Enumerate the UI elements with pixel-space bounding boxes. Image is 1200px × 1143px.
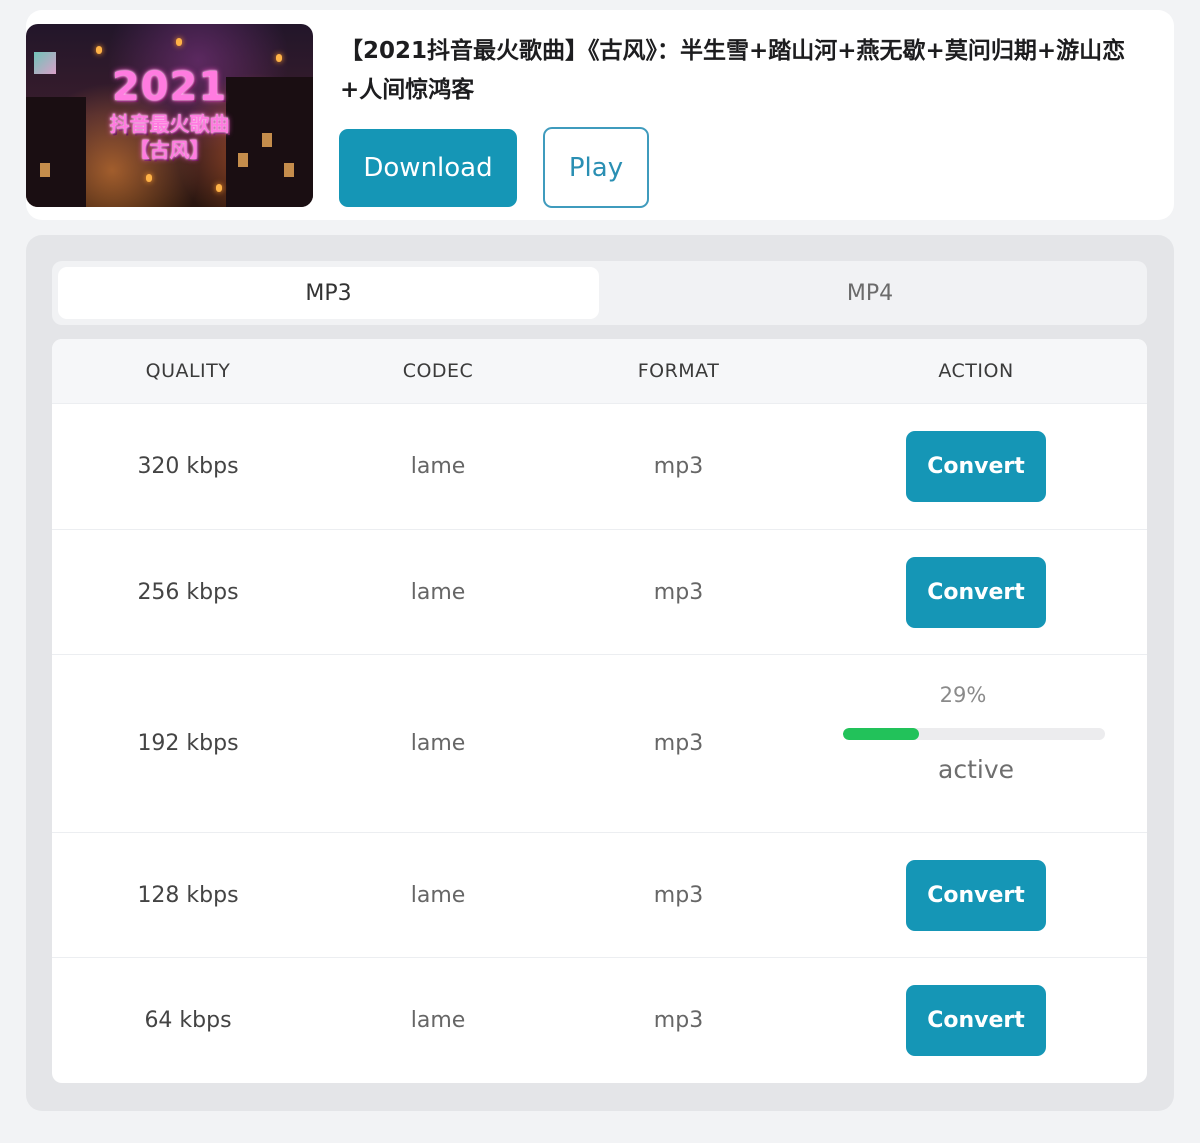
row-quality: 64 kbps [144, 1008, 232, 1033]
quality-table: QUALITY CODEC FORMAT ACTION 320 kbps lam… [52, 339, 1147, 1083]
play-button[interactable]: Play [543, 127, 649, 208]
lantern-icon [176, 38, 182, 46]
convert-button[interactable]: Convert [906, 556, 1046, 628]
download-button[interactable]: Download [339, 129, 517, 207]
video-thumbnail[interactable]: 2021 抖音最火歌曲 【古风】 [26, 24, 313, 207]
lantern-icon [146, 174, 152, 182]
convert-button[interactable]: Convert [906, 431, 1046, 502]
table-row: 192 kbps lame mp3 29% active [52, 654, 1147, 832]
video-title: 【2021抖音最火歌曲】《古风》：半生雪+踏山河+燕无歇+莫问归期+游山恋+人间… [340, 38, 1126, 103]
tab-mp3[interactable]: MP3 [58, 267, 599, 319]
lantern-icon [276, 54, 282, 62]
thumbnail-window [284, 163, 294, 177]
page: 2021 抖音最火歌曲 【古风】 【2021抖音最火歌曲】《古风》：半生雪+踏山… [0, 0, 1200, 1143]
convert-button[interactable]: Convert [906, 985, 1046, 1056]
table-row: 64 kbps lame mp3 Convert [52, 957, 1147, 1083]
row-codec: lame [410, 1008, 466, 1033]
thumbnail-window [40, 163, 50, 177]
row-codec: lame [410, 579, 466, 605]
row-format: mp3 [653, 731, 704, 756]
header-action: ACTION [938, 360, 1014, 382]
row-quality: 192 kbps [137, 731, 239, 756]
table-header: QUALITY CODEC FORMAT ACTION [52, 339, 1147, 403]
row-action: Convert [805, 859, 1147, 931]
row-format: mp3 [653, 454, 704, 479]
lantern-icon [216, 184, 222, 192]
row-action: Convert [805, 985, 1147, 1056]
row-format: mp3 [653, 579, 704, 605]
header-codec: CODEC [402, 360, 474, 382]
progress-bar [843, 728, 1105, 740]
conversion-progress: 29% active [805, 655, 1147, 832]
thumbnail-year: 2021 [111, 64, 228, 110]
row-codec: lame [410, 731, 466, 756]
row-codec: lame [410, 882, 466, 908]
table-row: 320 kbps lame mp3 Convert [52, 403, 1147, 529]
row-quality: 320 kbps [137, 454, 239, 479]
row-quality: 256 kbps [137, 579, 239, 605]
header-format: FORMAT [637, 360, 720, 382]
format-tabs: MP3 MP4 [52, 261, 1147, 325]
header-quality: QUALITY [145, 360, 231, 382]
row-codec: lame [410, 454, 466, 479]
thumbnail-line2: 【古风】 [129, 138, 210, 162]
tab-mp4[interactable]: MP4 [599, 267, 1141, 319]
convert-button[interactable]: Convert [906, 859, 1046, 931]
format-panel: MP3 MP4 QUALITY CODEC FORMAT ACTION 320 … [26, 235, 1174, 1111]
progress-fill [843, 728, 919, 740]
video-card: 2021 抖音最火歌曲 【古风】 【2021抖音最火歌曲】《古风》：半生雪+踏山… [26, 10, 1174, 220]
thumbnail-line1: 抖音最火歌曲 [109, 112, 230, 136]
lantern-icon [96, 46, 102, 54]
row-quality: 128 kbps [137, 882, 239, 908]
row-format: mp3 [653, 1008, 704, 1033]
table-row: 256 kbps lame mp3 Convert [52, 529, 1147, 654]
progress-percent: 29% [939, 683, 987, 707]
row-action: Convert [805, 431, 1147, 502]
table-row: 128 kbps lame mp3 Convert [52, 832, 1147, 957]
row-action: Convert [805, 556, 1147, 628]
row-format: mp3 [653, 882, 704, 908]
progress-status: active [938, 755, 1014, 784]
